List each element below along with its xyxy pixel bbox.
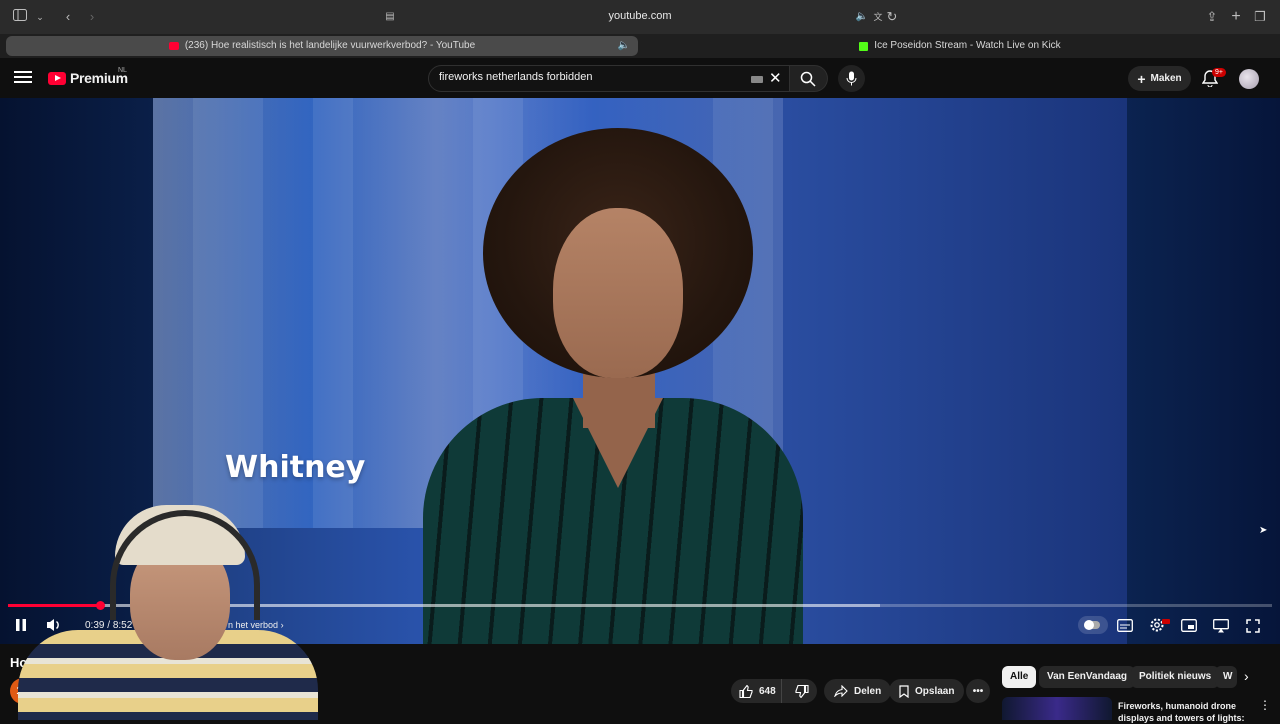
search-box: ✕ [428,65,790,92]
tab-title: Ice Poseidon Stream - Watch Live on Kick [874,40,1061,51]
microphone-icon [846,71,857,86]
dislike-button[interactable] [788,679,818,703]
share-icon[interactable]: ⇪ [1204,9,1220,25]
account-avatar[interactable] [1239,69,1259,89]
tab-youtube[interactable]: (236) Hoe realistisch is het landelijke … [6,36,638,56]
back-icon[interactable]: ‹ [60,9,76,25]
save-button[interactable]: Opslaan [889,679,965,703]
ambient-right [1127,98,1280,644]
subtitles-icon[interactable] [1117,619,1133,632]
more-vertical-icon[interactable]: ⋮ [1259,698,1271,712]
forward-icon[interactable]: › [84,9,100,25]
hd-badge [1162,619,1170,624]
lower-third-name: Whitney [225,450,366,485]
chip-politiek-nieuws[interactable]: Politiek nieuws [1131,666,1220,688]
share-button[interactable]: Delen [824,679,892,703]
sidebar-toggle-icon[interactable] [12,9,28,25]
tab-strip: (236) Hoe realistisch is het landelijke … [0,34,1280,58]
like-dislike-group: 648 [731,679,817,703]
clear-search-icon[interactable]: ✕ [769,69,782,87]
voice-search-button[interactable] [838,65,865,92]
chip-all[interactable]: Alle [1002,666,1037,688]
new-tab-icon[interactable]: + [1228,9,1244,25]
webcam-overlay [0,500,320,720]
audio-playing-icon[interactable]: 🔈 [854,9,870,25]
create-label: Maken [1150,73,1182,84]
keyboard-icon[interactable] [751,76,763,83]
youtube-favicon-icon [168,42,179,50]
logo-region: NL [118,67,127,74]
tab-title: (236) Hoe realistisch is het landelijke … [184,40,476,51]
create-button[interactable]: + Maken [1128,66,1191,91]
bookmark-icon [899,684,909,698]
tab-overview-icon[interactable]: ❐ [1252,9,1268,25]
share-arrow-icon [834,685,848,697]
recommendation-title[interactable]: Fireworks, humanoid drone displays and t… [1118,700,1248,724]
thumbs-down-icon [795,684,809,698]
plus-icon: + [1137,70,1146,87]
address-bar: youtube.com [0,10,1280,22]
recommendation-thumbnail[interactable] [1002,697,1112,720]
mouse-cursor-icon: ➤ [1259,525,1268,536]
page-settings-icon[interactable]: ▤ [382,9,398,25]
chip-van-eenvandaag[interactable]: Van EenVandaag [1039,666,1136,688]
menu-icon[interactable] [14,68,32,88]
kick-favicon-icon [859,41,869,51]
mute-tab-icon[interactable]: 🔈 [618,36,630,56]
like-count: 648 [759,685,776,697]
chip-truncated[interactable]: W [1215,666,1237,688]
youtube-premium-logo[interactable]: Premium NL [48,67,128,86]
tab-kick[interactable]: Ice Poseidon Stream - Watch Live on Kick [645,36,1275,56]
notification-badge: 9+ [1212,68,1226,77]
chevron-down-icon[interactable]: ⌄ [32,9,48,25]
browser-toolbar: ⌄ ‹ › ▤ youtube.com 🔈 文 ↻ ⇪ + ❐ [0,0,1280,34]
more-horizontal-icon: ••• [972,685,984,697]
reload-icon[interactable]: ↻ [884,9,900,25]
like-button[interactable]: 648 [731,679,782,703]
youtube-header: Premium NL ✕ + Maken 9+ [0,58,1280,98]
miniplayer-icon[interactable] [1181,619,1197,632]
youtube-play-icon [48,71,66,85]
thumbs-up-icon [739,684,753,698]
more-actions-button[interactable]: ••• [966,679,990,703]
search-input[interactable] [439,71,739,83]
airplay-icon[interactable] [1213,619,1229,633]
search-icon [800,71,816,87]
presenter [423,128,803,644]
search-button[interactable] [790,65,828,92]
url-text[interactable]: youtube.com [609,10,672,22]
autoplay-toggle[interactable] [1078,616,1108,634]
chevron-right-icon[interactable]: › [1244,668,1249,684]
save-label: Opslaan [915,685,955,697]
fullscreen-icon[interactable] [1246,619,1260,633]
share-label: Delen [854,685,882,697]
